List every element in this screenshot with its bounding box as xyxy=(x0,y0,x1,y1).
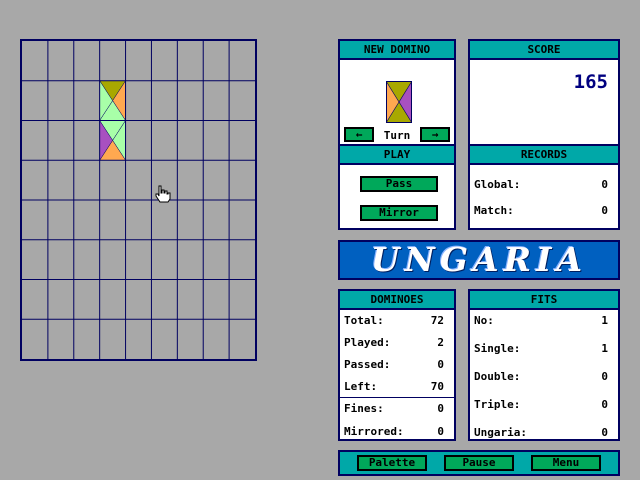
pass-button[interactable]: Pass xyxy=(360,176,438,192)
palette-button[interactable]: Palette xyxy=(357,455,427,471)
mirror-button[interactable]: Mirror xyxy=(360,205,438,221)
dominoes-title: DOMINOES xyxy=(340,291,454,310)
hand-cursor-icon xyxy=(155,185,171,206)
dominoes-left: Left: 70 xyxy=(344,380,444,393)
ungaria-logo: UNGARIA xyxy=(370,240,588,279)
fits-no: No: 1 xyxy=(474,314,608,327)
fits-ungaria: Ungaria: 0 xyxy=(474,426,608,439)
records-title: RECORDS xyxy=(470,146,618,165)
score-value: 165 xyxy=(573,71,608,93)
turn-right-button[interactable]: → xyxy=(420,127,450,142)
new-domino-preview[interactable] xyxy=(386,81,412,123)
new-domino-panel: NEW DOMINO ← Turn → xyxy=(338,39,456,146)
pause-button[interactable]: Pause xyxy=(444,455,514,471)
board-grid[interactable] xyxy=(22,41,255,359)
dominoes-panel: DOMINOES Total: 72 Played: 2 Passed: 0 L… xyxy=(338,289,456,441)
dominoes-mirrored: Mirrored: 0 xyxy=(344,425,444,438)
fits-single: Single: 1 xyxy=(474,342,608,355)
fits-double: Double: 0 xyxy=(474,370,608,383)
fits-panel: FITS No: 1 Single: 1 Double: 0 Triple: 0… xyxy=(468,289,620,441)
dominoes-played: Played: 2 xyxy=(344,336,444,349)
dominoes-total: Total: 72 xyxy=(344,314,444,327)
fits-triple: Triple: 0 xyxy=(474,398,608,411)
records-panel: RECORDS Global: 0 Match: 0 xyxy=(468,144,620,230)
score-title: SCORE xyxy=(470,41,618,60)
ungaria-banner: UNGARIA xyxy=(338,240,620,280)
dominoes-fines: Fines: 0 xyxy=(344,402,444,415)
fits-title: FITS xyxy=(470,291,618,310)
game-board[interactable] xyxy=(20,39,257,361)
dominoes-passed: Passed: 0 xyxy=(344,358,444,371)
turn-left-button[interactable]: ← xyxy=(344,127,374,142)
dominoes-divider xyxy=(340,397,454,398)
play-panel: PLAY Pass Mirror xyxy=(338,144,456,230)
record-global: Global: 0 xyxy=(474,178,608,191)
record-match: Match: 0 xyxy=(474,204,608,217)
turn-label: Turn xyxy=(383,129,411,142)
play-title: PLAY xyxy=(340,146,454,165)
new-domino-title: NEW DOMINO xyxy=(340,41,454,60)
bottom-toolbar: Palette Pause Menu xyxy=(338,450,620,476)
menu-button[interactable]: Menu xyxy=(531,455,601,471)
score-panel: SCORE 165 xyxy=(468,39,620,146)
